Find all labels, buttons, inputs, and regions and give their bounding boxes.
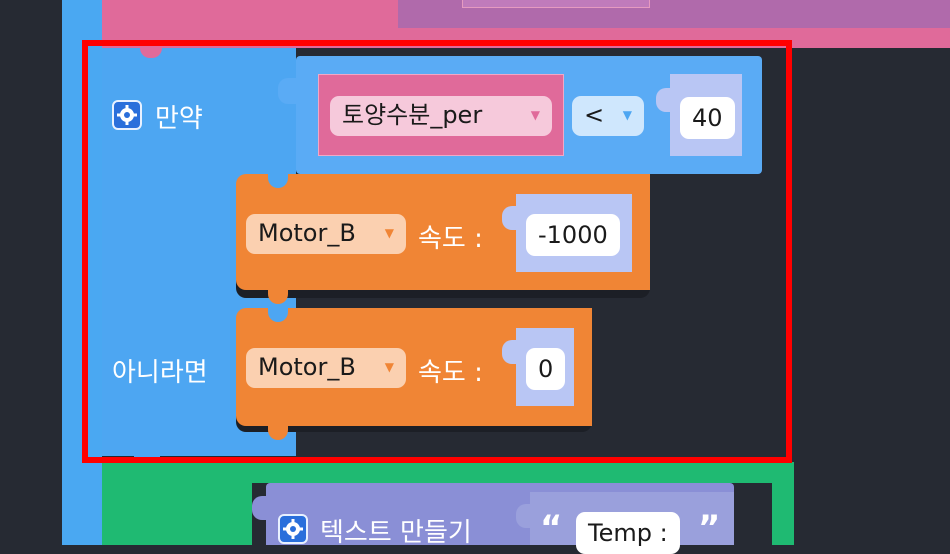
text-create-label: 텍스트 만들기 bbox=[320, 518, 472, 548]
text-create-block-tab bbox=[252, 496, 270, 520]
text-create-gear-icon bbox=[278, 514, 308, 544]
text-string-field[interactable]: Temp : bbox=[576, 512, 680, 554]
open-quote-icon: “ bbox=[540, 508, 563, 548]
selection-highlight-box bbox=[82, 40, 792, 463]
top-purple-inner bbox=[462, 0, 650, 8]
text-string-block-tab bbox=[516, 504, 534, 528]
close-quote-icon: ” bbox=[698, 508, 721, 548]
